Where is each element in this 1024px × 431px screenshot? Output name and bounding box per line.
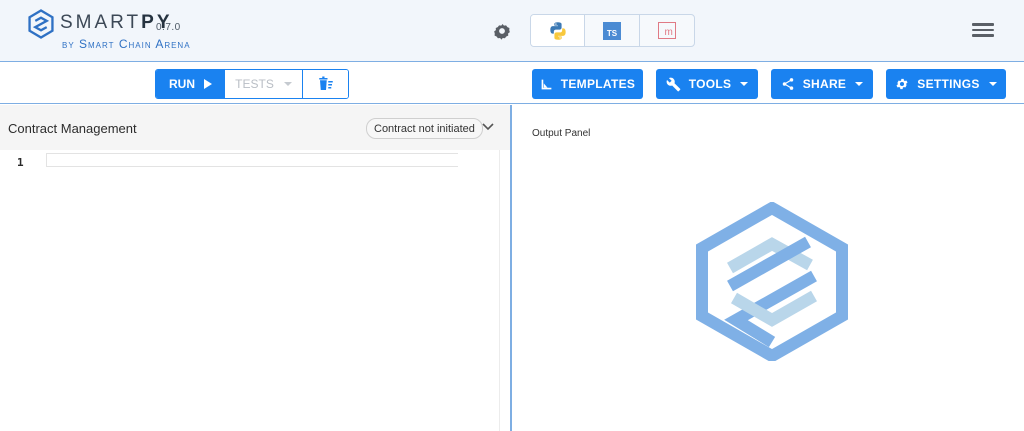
contract-management-header: Contract Management Contract not initiat… <box>0 105 510 150</box>
settings-button[interactable]: SETTINGS <box>886 69 1006 99</box>
version-label: 0.7.0 <box>156 22 181 33</box>
chevron-down-icon[interactable] <box>482 123 494 131</box>
chevron-down-icon <box>283 82 292 86</box>
chevron-down-icon <box>855 82 864 86</box>
byline: by Smart Chain Arena <box>62 37 191 51</box>
run-label: RUN <box>169 77 195 91</box>
templates-label: TEMPLATES <box>560 77 636 91</box>
top-header: SMARTPY 0.7.0 by Smart Chain Arena TS m <box>0 0 1024 62</box>
panel-title: Contract Management <box>8 121 137 136</box>
chevron-down-icon <box>988 82 997 86</box>
smartpy-logo-icon <box>28 9 54 39</box>
smartpy-app: SMARTPY 0.7.0 by Smart Chain Arena TS m <box>0 0 1024 431</box>
settings-label: SETTINGS <box>917 77 980 91</box>
smartpy-watermark-icon <box>696 202 848 361</box>
play-icon <box>204 79 212 89</box>
tools-label: TOOLS <box>688 77 732 91</box>
active-line-highlight <box>46 153 458 167</box>
code-editor[interactable]: 1 <box>0 150 500 431</box>
tests-dropdown[interactable]: TESTS <box>225 70 303 98</box>
lang-typescript-button[interactable]: TS <box>585 15 640 46</box>
smartpy-logo[interactable]: SMARTPY 0.7.0 by Smart Chain Arena <box>28 9 228 55</box>
settings-gear-icon <box>895 77 909 91</box>
tools-button[interactable]: TOOLS <box>656 69 758 99</box>
share-icon <box>781 77 795 91</box>
clear-output-button[interactable] <box>303 70 348 98</box>
contract-status-badge: Contract not initiated <box>366 118 483 139</box>
lang-python-button[interactable] <box>531 15 586 46</box>
share-button[interactable]: SHARE <box>771 69 873 99</box>
typescript-icon: TS <box>603 21 622 40</box>
hamburger-menu-icon[interactable] <box>972 20 997 40</box>
chevron-down-icon <box>740 82 749 86</box>
output-panel: Output Panel <box>512 105 1024 431</box>
language-selector: TS m <box>530 14 695 47</box>
tests-label: TESTS <box>235 77 274 91</box>
lang-michelson-button[interactable]: m <box>640 15 694 46</box>
toolbar: RUN TESTS TEMPLATES TOOLS SHARE SETTINGS <box>0 63 1024 104</box>
michelson-icon: m <box>657 22 676 39</box>
editor-panel: Contract Management Contract not initiat… <box>0 105 510 431</box>
output-panel-label: Output Panel <box>532 128 591 139</box>
theme-gear-icon[interactable] <box>492 21 512 41</box>
wrench-icon <box>666 77 681 92</box>
templates-icon <box>540 78 553 91</box>
templates-button[interactable]: TEMPLATES <box>532 69 643 99</box>
run-button[interactable]: RUN <box>156 70 225 98</box>
share-label: SHARE <box>802 77 847 91</box>
clear-output-icon <box>318 76 333 90</box>
line-number: 1 <box>17 156 24 169</box>
python-icon <box>550 21 566 40</box>
run-tests-group: RUN TESTS <box>155 69 349 99</box>
editor-print-margin <box>499 150 500 431</box>
